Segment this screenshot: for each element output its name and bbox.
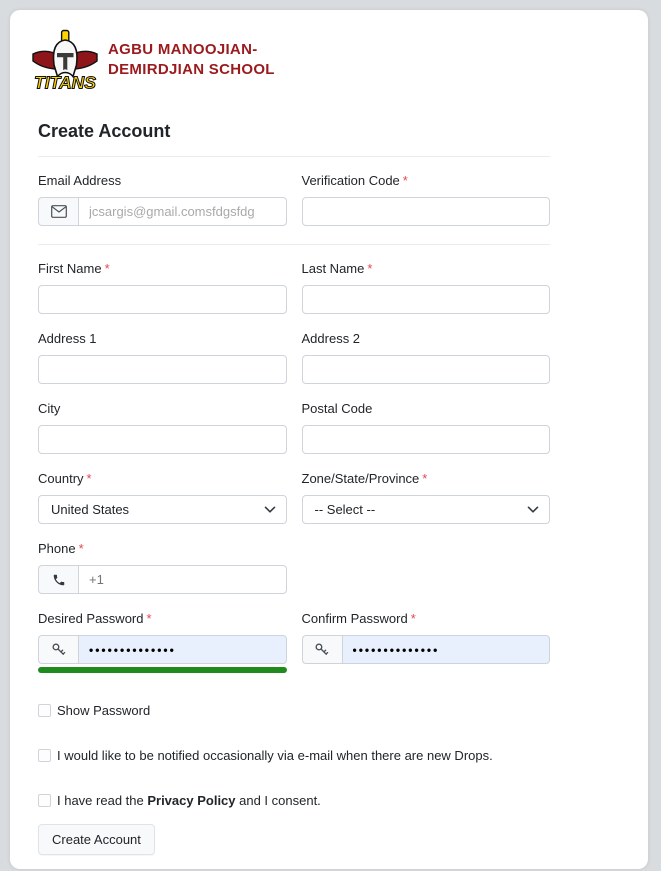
zone-label: Zone/State/Province* — [302, 471, 551, 486]
email-input[interactable] — [78, 197, 287, 226]
key-icon — [302, 635, 342, 664]
required-marker: * — [422, 471, 427, 486]
key-icon — [38, 635, 78, 664]
email-label: Email Address — [38, 173, 287, 188]
envelope-icon — [38, 197, 78, 226]
school-name-line1: AGBU MANOOJIAN- — [108, 40, 275, 60]
country-label: Country* — [38, 471, 287, 486]
required-marker: * — [403, 173, 408, 188]
phone-input[interactable] — [78, 565, 287, 594]
phone-label: Phone* — [38, 541, 287, 556]
required-marker: * — [411, 611, 416, 626]
titans-logo-icon: TITANS — [30, 29, 100, 91]
titans-logo-text: TITANS — [34, 73, 96, 92]
city-label: City — [38, 401, 287, 416]
zone-select[interactable]: -- Select -- — [302, 495, 551, 524]
privacy-row: I have read the Privacy Policy and I con… — [38, 793, 550, 808]
create-account-form: Email Address Verification Code* First N… — [28, 173, 550, 855]
signup-card: TITANS AGBU MANOOJIAN- DEMIRDJIAN SCHOOL… — [10, 10, 648, 869]
create-account-button[interactable]: Create Account — [38, 824, 155, 855]
show-password-label: Show Password — [57, 703, 150, 718]
required-marker: * — [367, 261, 372, 276]
privacy-label: I have read the Privacy Policy and I con… — [57, 793, 321, 808]
title-divider — [38, 156, 550, 157]
address1-input[interactable] — [38, 355, 287, 384]
confirm-password-input[interactable] — [342, 635, 551, 664]
show-password-row: Show Password — [38, 703, 550, 718]
phone-icon — [38, 565, 78, 594]
country-select[interactable]: United States — [38, 495, 287, 524]
required-marker: * — [87, 471, 92, 486]
notify-row: I would like to be notified occasionally… — [38, 748, 550, 763]
last-name-input[interactable] — [302, 285, 551, 314]
city-input[interactable] — [38, 425, 287, 454]
required-marker: * — [79, 541, 84, 556]
verification-code-label: Verification Code* — [302, 173, 551, 188]
privacy-policy-link[interactable]: Privacy Policy — [147, 793, 235, 808]
verification-code-input[interactable] — [302, 197, 551, 226]
desired-password-label: Desired Password* — [38, 611, 287, 626]
notify-checkbox[interactable] — [38, 749, 51, 762]
required-marker: * — [105, 261, 110, 276]
postal-code-label: Postal Code — [302, 401, 551, 416]
address2-input[interactable] — [302, 355, 551, 384]
brand-header: TITANS AGBU MANOOJIAN- DEMIRDJIAN SCHOOL — [30, 29, 630, 91]
postal-code-input[interactable] — [302, 425, 551, 454]
first-name-label: First Name* — [38, 261, 287, 276]
confirm-password-label: Confirm Password* — [302, 611, 551, 626]
notify-label: I would like to be notified occasionally… — [57, 748, 493, 763]
section-divider — [38, 244, 550, 245]
password-strength-bar — [38, 667, 287, 673]
first-name-input[interactable] — [38, 285, 287, 314]
address1-label: Address 1 — [38, 331, 287, 346]
school-name-line2: DEMIRDJIAN SCHOOL — [108, 60, 275, 80]
last-name-label: Last Name* — [302, 261, 551, 276]
school-name: AGBU MANOOJIAN- DEMIRDJIAN SCHOOL — [108, 40, 275, 80]
privacy-checkbox[interactable] — [38, 794, 51, 807]
required-marker: * — [147, 611, 152, 626]
page-title: Create Account — [28, 121, 630, 142]
desired-password-input[interactable] — [78, 635, 287, 664]
address2-label: Address 2 — [302, 331, 551, 346]
show-password-checkbox[interactable] — [38, 704, 51, 717]
